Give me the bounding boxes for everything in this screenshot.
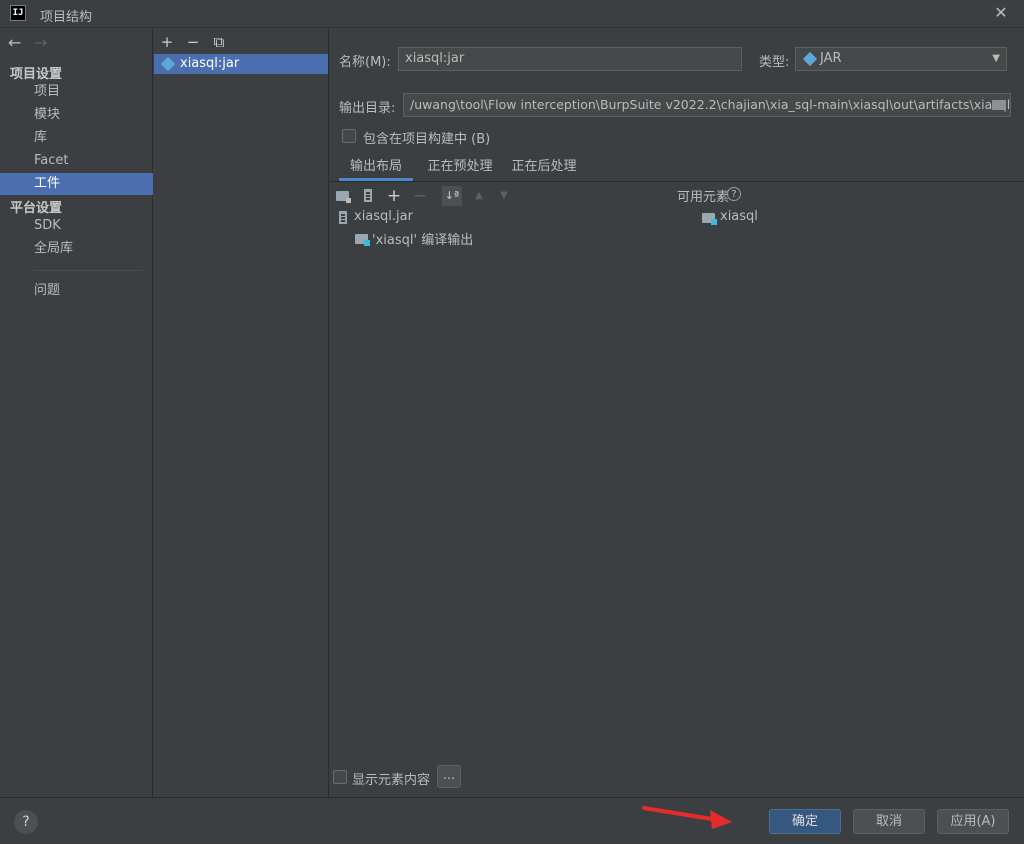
title-bar: IJ 项目结构 ✕ [0,0,1024,28]
jar-type-icon [802,51,818,67]
output-dir-label: 输出目录: [339,101,396,116]
artifacts-list-panel: + − ⧉ xiasql:jar [154,29,329,797]
forward-arrow-icon[interactable]: → [34,33,47,52]
settings-sidebar: ← → 项目设置 项目 模块 库 Facet 工件 平台设置 SDK 全局库 问… [0,29,153,797]
sidebar-divider [34,270,142,271]
sidebar-item-problems[interactable]: 问题 [0,280,153,302]
create-directory-icon[interactable] [333,186,353,206]
create-archive-icon[interactable] [358,186,378,206]
platform-settings-header: 平台设置 [10,201,63,216]
tab-pre-processing[interactable]: 正在预处理 [419,155,501,181]
sidebar-item-facets[interactable]: Facet [0,150,153,172]
sort-elements-icon[interactable]: ↓ª [442,186,462,206]
show-content-checkbox[interactable] [333,770,347,784]
project-settings-header: 项目设置 [10,67,63,82]
artifact-icon [160,56,176,72]
artifact-list-item[interactable]: xiasql:jar [154,54,328,74]
sidebar-item-sdk[interactable]: SDK [0,215,153,237]
type-select[interactable]: JAR ▼ [795,47,1007,71]
output-dir-input[interactable]: /uwang\tool\Flow interception\BurpSuite … [403,93,1011,117]
remove-element-icon[interactable]: − [410,186,430,206]
dialog-footer: ? 确定 取消 应用(A) [0,797,1024,844]
remove-artifact-icon[interactable]: − [184,33,202,51]
show-content-label: 显示元素内容 [352,773,431,788]
available-elements-label: 可用元素 [677,190,730,205]
tree-root-jar[interactable]: xiasql.jar [354,209,413,224]
name-label: 名称(M): [339,55,391,70]
more-options-button[interactable]: ... [437,765,461,788]
sidebar-item-global-libraries[interactable]: 全局库 [0,238,153,260]
tree-child-compile-output[interactable]: 'xiasql' 编译输出 [372,229,473,248]
add-element-icon[interactable]: + [384,186,404,206]
module-folder-icon [702,213,717,225]
module-output-folder-icon [355,234,370,246]
move-down-icon[interactable]: ▼ [494,186,514,206]
sidebar-item-libraries[interactable]: 库 [0,127,153,149]
jar-archive-icon [339,211,347,224]
include-in-build-label: 包含在项目构建中 (B) [363,132,491,147]
chevron-down-icon: ▼ [992,53,1000,64]
output-dir-value: /uwang\tool\Flow interception\BurpSuite … [410,97,1011,112]
artifact-settings-panel: 名称(M): xiasql:jar 类型: JAR ▼ 输出目录: /uwang… [330,29,1024,797]
available-item-xiasql[interactable]: xiasql [720,209,758,224]
red-arrow-annotation [642,806,732,829]
help-button[interactable]: ? [14,810,38,834]
copy-artifact-icon[interactable]: ⧉ [210,33,228,51]
apply-button[interactable]: 应用(A) [937,809,1009,834]
window-title: 项目结构 [40,10,93,25]
output-layout-area: + − ↓ª ▲ ▼ xiasql.jar 'xiasql' 编译输出 可用元素… [330,181,1024,771]
help-icon[interactable]: ? [727,187,741,201]
close-icon[interactable]: ✕ [992,4,1010,22]
tab-post-processing[interactable]: 正在后处理 [503,155,585,181]
type-label: 类型: [759,55,790,70]
sidebar-item-project[interactable]: 项目 [0,81,153,103]
artifact-item-label: xiasql:jar [180,56,240,71]
browse-folder-icon[interactable] [992,100,1006,110]
name-input[interactable]: xiasql:jar [398,47,742,71]
type-select-value: JAR [820,51,842,66]
move-up-icon[interactable]: ▲ [469,186,489,206]
ok-button[interactable]: 确定 [769,809,841,834]
back-arrow-icon[interactable]: ← [8,33,21,52]
intellij-logo-icon: IJ [10,5,26,21]
tab-output-layout[interactable]: 输出布局 [339,155,413,181]
add-artifact-icon[interactable]: + [158,33,176,51]
include-in-build-checkbox[interactable] [342,129,356,143]
sidebar-item-artifacts[interactable]: 工件 [0,173,153,195]
cancel-button[interactable]: 取消 [853,809,925,834]
sidebar-item-modules[interactable]: 模块 [0,104,153,126]
